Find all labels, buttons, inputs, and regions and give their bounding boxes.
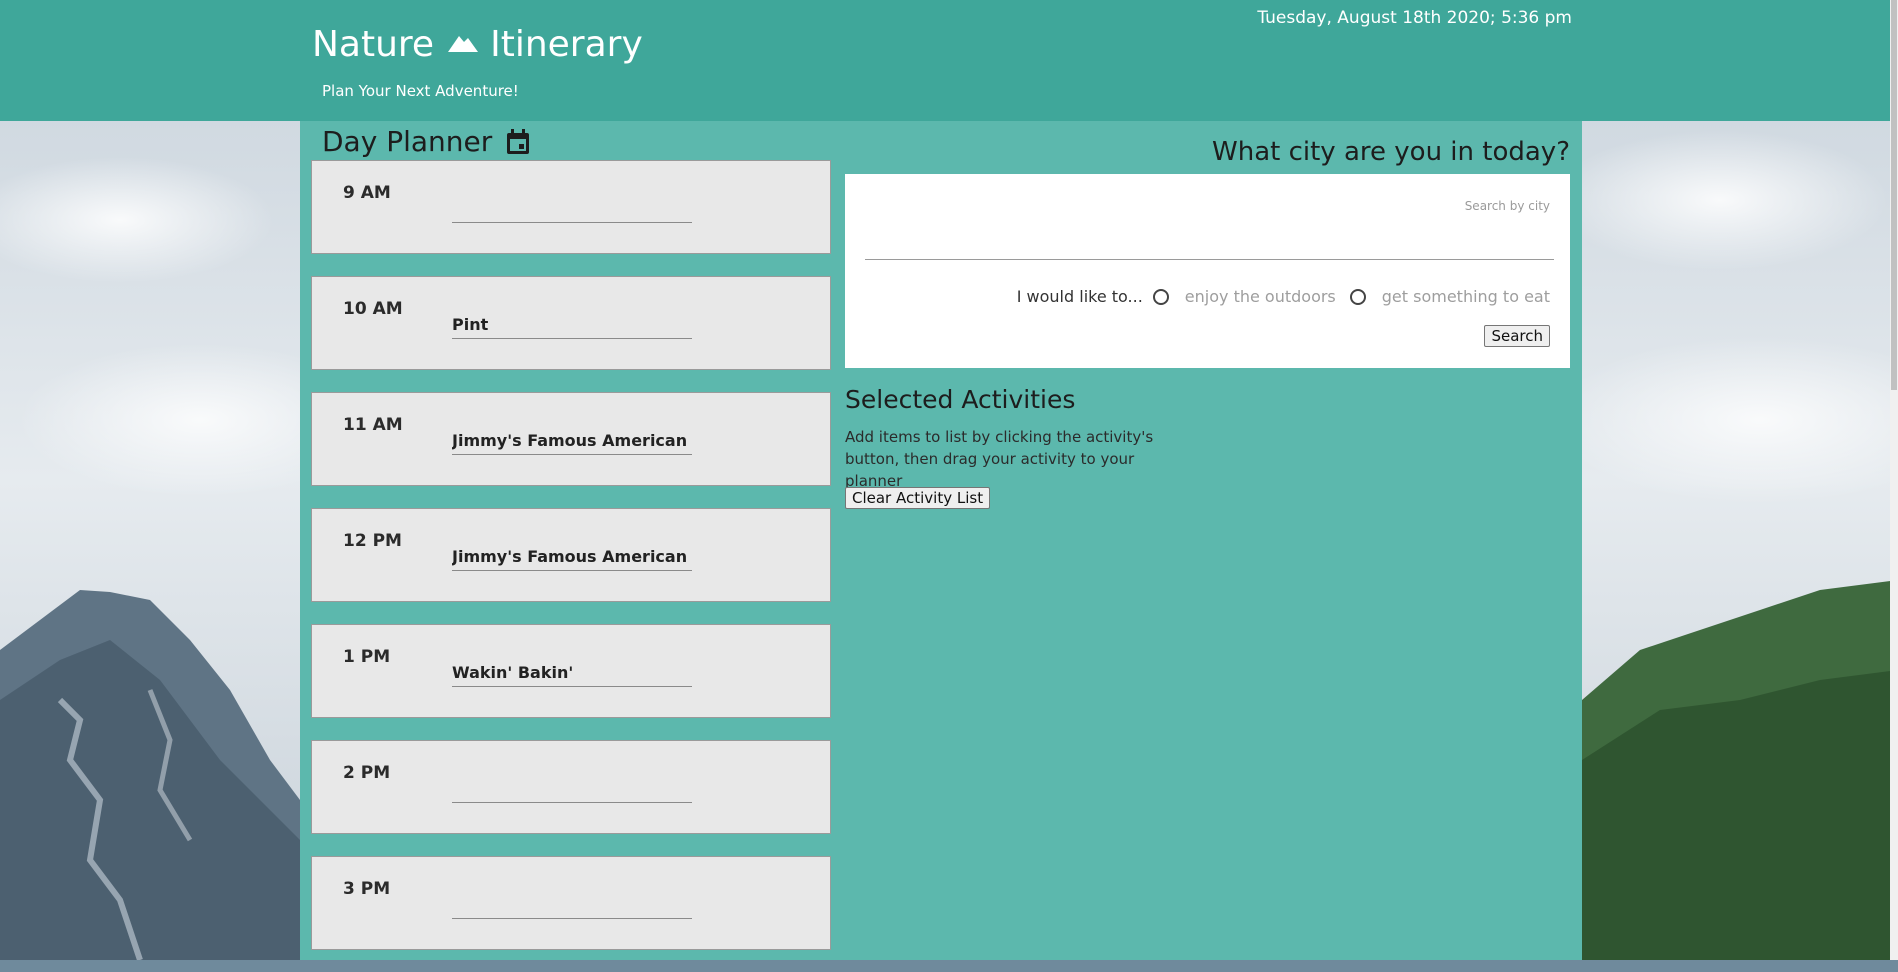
calendar-icon [507, 128, 530, 154]
options-lead: I would like to... [1016, 287, 1143, 306]
search-label: Search by city [1464, 199, 1550, 213]
time-slot[interactable]: 2 PM [311, 740, 831, 834]
tagline: Plan Your Next Adventure! [322, 82, 519, 100]
brand-title-left: Nature [312, 24, 435, 65]
eat-option-label[interactable]: get something to eat [1382, 287, 1550, 306]
time-slot[interactable]: 11 AM [311, 392, 831, 486]
brand-title-right: Itinerary [490, 24, 643, 65]
eat-radio[interactable] [1349, 288, 1366, 305]
search-card: Search by city I would like to... enjoy … [845, 174, 1570, 368]
time-slot[interactable]: 3 PM [311, 856, 831, 950]
slot-hour: 10 AM [343, 299, 403, 319]
city-search-input[interactable] [865, 219, 1554, 260]
clear-activity-list-button[interactable]: Clear Activity List [845, 487, 991, 509]
activity-options: I would like to... enjoy the outdoors ge… [1017, 287, 1550, 306]
main-panel: Day Planner 9 AM 10 AM 11 AM 12 PM 1 PM [300, 121, 1582, 960]
slot-hour: 2 PM [343, 763, 391, 783]
slot-activity-input[interactable] [452, 658, 692, 687]
scrollbar-thumb[interactable] [1891, 0, 1897, 390]
time-slot[interactable]: 9 AM [311, 160, 831, 254]
slot-activity-input[interactable] [452, 890, 692, 919]
planner-title: Day Planner [322, 125, 493, 158]
planner-slots: 9 AM 10 AM 11 AM 12 PM 1 PM 2 PM 3 PM [311, 160, 831, 972]
site-logo[interactable]: Nature Itinerary [312, 24, 643, 65]
outdoors-radio[interactable] [1152, 288, 1169, 305]
time-slot[interactable]: 12 PM [311, 508, 831, 602]
slot-hour: 11 AM [343, 415, 403, 435]
time-slot[interactable]: 10 AM [311, 276, 831, 370]
outdoors-option-label[interactable]: enjoy the outdoors [1185, 287, 1336, 306]
slot-hour: 1 PM [343, 647, 391, 667]
mountain-icon [448, 35, 479, 52]
slot-hour: 12 PM [343, 531, 402, 551]
selected-activities-hint: Add items to list by clicking the activi… [845, 428, 1154, 490]
slot-activity-input[interactable] [452, 774, 692, 803]
slot-activity-input[interactable] [452, 542, 692, 571]
time-slot[interactable]: 1 PM [311, 624, 831, 718]
site-header: Nature Itinerary Plan Your Next Adventur… [0, 0, 1890, 121]
selected-activities-title: Selected Activities [845, 385, 1076, 414]
slot-activity-input[interactable] [452, 426, 692, 455]
current-datetime: Tuesday, August 18th 2020; 5:36 pm [1257, 8, 1572, 28]
planner-heading: Day Planner [322, 125, 530, 158]
slot-activity-input[interactable] [452, 194, 692, 223]
search-button[interactable]: Search [1484, 325, 1550, 347]
city-question: What city are you in today? [1212, 137, 1570, 167]
slot-activity-input[interactable] [452, 310, 692, 339]
slot-hour: 3 PM [343, 879, 391, 899]
slot-hour: 9 AM [343, 183, 391, 203]
page-scrollbar[interactable] [1890, 0, 1898, 960]
